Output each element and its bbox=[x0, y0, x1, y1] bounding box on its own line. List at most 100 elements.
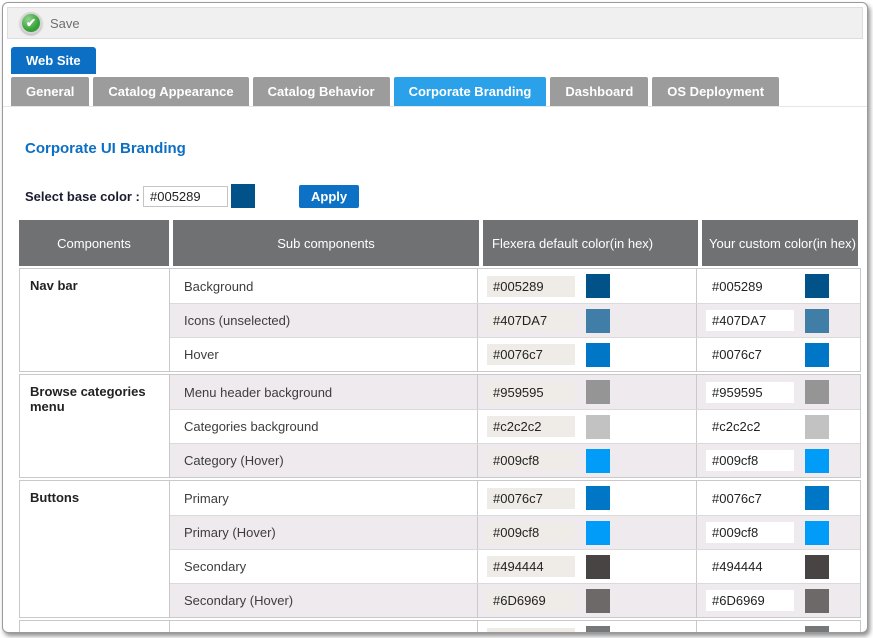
default-hex-input bbox=[487, 556, 575, 577]
custom-color-swatch[interactable] bbox=[805, 555, 829, 579]
sub-component-label: Background bbox=[170, 269, 478, 303]
component-name: Browse categories menu bbox=[20, 375, 170, 477]
component-name: Grid/Table bbox=[20, 621, 170, 633]
custom-color-swatch[interactable] bbox=[805, 415, 829, 439]
default-color-swatch bbox=[586, 274, 610, 298]
sub-component-label: Header row background bbox=[170, 621, 478, 633]
base-color-swatch[interactable] bbox=[231, 184, 255, 208]
custom-hex-input[interactable] bbox=[706, 276, 794, 297]
sub-component-label: Primary (Hover) bbox=[170, 516, 478, 549]
group-buttons: Buttons Primary Primar bbox=[19, 480, 861, 618]
save-button[interactable]: ✔ Save bbox=[20, 12, 80, 34]
default-hex-input bbox=[487, 628, 575, 634]
custom-hex-input[interactable] bbox=[706, 590, 794, 611]
table-row: Menu header background bbox=[170, 375, 860, 409]
custom-hex-input[interactable] bbox=[706, 450, 794, 471]
header-default-color: Flexera default color(in hex) bbox=[483, 220, 698, 266]
apply-button[interactable]: Apply bbox=[299, 185, 359, 208]
default-hex-input bbox=[487, 344, 575, 365]
save-button-label: Save bbox=[50, 16, 80, 31]
default-color-swatch bbox=[586, 521, 610, 545]
default-color-swatch bbox=[586, 343, 610, 367]
default-color-swatch bbox=[586, 380, 610, 404]
tab-catalog-behavior[interactable]: Catalog Behavior bbox=[253, 77, 390, 106]
tab-os-deployment[interactable]: OS Deployment bbox=[652, 77, 779, 106]
default-color-swatch bbox=[586, 449, 610, 473]
custom-color-swatch[interactable] bbox=[805, 626, 829, 633]
tab-catalog-appearance[interactable]: Catalog Appearance bbox=[93, 77, 248, 106]
custom-color-swatch[interactable] bbox=[805, 343, 829, 367]
default-hex-input bbox=[487, 276, 575, 297]
branding-table: Components Sub components Flexera defaul… bbox=[19, 220, 861, 633]
sub-component-label: Categories background bbox=[170, 410, 478, 443]
table-row: Hover bbox=[170, 337, 860, 371]
default-color-swatch bbox=[586, 589, 610, 613]
default-hex-input bbox=[487, 590, 575, 611]
table-row: Secondary bbox=[170, 549, 860, 583]
custom-hex-input[interactable] bbox=[706, 488, 794, 509]
sub-component-label: Hover bbox=[170, 338, 478, 371]
settings-window: ✔ Save Web Site General Catalog Appearan… bbox=[2, 2, 868, 633]
custom-hex-input[interactable] bbox=[706, 628, 794, 634]
tab-corporate-branding[interactable]: Corporate Branding bbox=[394, 77, 547, 106]
table-row: Category (Hover) bbox=[170, 443, 860, 477]
page-title: Corporate UI Branding bbox=[25, 140, 845, 157]
tab-dashboard[interactable]: Dashboard bbox=[550, 77, 648, 106]
table-row: Secondary (Hover) bbox=[170, 583, 860, 617]
base-color-label: Select base color : bbox=[25, 189, 143, 204]
custom-color-swatch[interactable] bbox=[805, 486, 829, 510]
component-name: Nav bar bbox=[20, 269, 170, 371]
default-color-swatch bbox=[586, 415, 610, 439]
table-row: Primary bbox=[170, 481, 860, 515]
default-hex-input bbox=[487, 522, 575, 543]
site-tab-row: Web Site bbox=[3, 47, 867, 74]
sub-component-label: Category (Hover) bbox=[170, 444, 478, 477]
default-hex-input bbox=[487, 450, 575, 471]
custom-hex-input[interactable] bbox=[706, 310, 794, 331]
default-hex-input bbox=[487, 382, 575, 403]
component-name: Buttons bbox=[20, 481, 170, 617]
tab-general[interactable]: General bbox=[11, 77, 89, 106]
sub-component-label: Secondary bbox=[170, 550, 478, 583]
toolbar: ✔ Save bbox=[7, 7, 863, 39]
default-hex-input bbox=[487, 488, 575, 509]
sub-component-label: Secondary (Hover) bbox=[170, 584, 478, 617]
sub-component-label: Menu header background bbox=[170, 375, 478, 409]
sub-component-label: Icons (unselected) bbox=[170, 304, 478, 337]
table-row: Categories background bbox=[170, 409, 860, 443]
header-custom-color: Your custom color(in hex) bbox=[702, 220, 858, 266]
default-color-swatch bbox=[586, 555, 610, 579]
header-components: Components bbox=[19, 220, 169, 266]
tab-web-site[interactable]: Web Site bbox=[11, 47, 96, 74]
custom-hex-input[interactable] bbox=[706, 344, 794, 365]
custom-color-swatch[interactable] bbox=[805, 449, 829, 473]
table-row: Background bbox=[170, 269, 860, 303]
custom-color-swatch[interactable] bbox=[805, 589, 829, 613]
custom-color-swatch[interactable] bbox=[805, 521, 829, 545]
sub-tabs-row: General Catalog Appearance Catalog Behav… bbox=[3, 77, 867, 107]
default-color-swatch bbox=[586, 486, 610, 510]
custom-hex-input[interactable] bbox=[706, 382, 794, 403]
tab-content: Corporate UI Branding Select base color … bbox=[3, 140, 867, 633]
custom-color-swatch[interactable] bbox=[805, 274, 829, 298]
default-hex-input bbox=[487, 416, 575, 437]
save-check-icon: ✔ bbox=[20, 12, 42, 34]
group-browse-categories-menu: Browse categories menu Menu header backg… bbox=[19, 374, 861, 478]
default-color-swatch bbox=[586, 626, 610, 633]
base-color-form: Select base color : Apply bbox=[25, 184, 845, 208]
table-header-row: Components Sub components Flexera defaul… bbox=[19, 220, 861, 266]
custom-color-swatch[interactable] bbox=[805, 309, 829, 333]
table-row: Primary (Hover) bbox=[170, 515, 860, 549]
header-sub-components: Sub components bbox=[173, 220, 479, 266]
table-row: Icons (unselected) bbox=[170, 303, 860, 337]
custom-hex-input[interactable] bbox=[706, 522, 794, 543]
default-color-swatch bbox=[586, 309, 610, 333]
group-nav-bar: Nav bar Background Ico bbox=[19, 268, 861, 372]
custom-color-swatch[interactable] bbox=[805, 380, 829, 404]
custom-hex-input[interactable] bbox=[706, 416, 794, 437]
table-row: Header row background bbox=[170, 621, 860, 633]
default-hex-input bbox=[487, 310, 575, 331]
custom-hex-input[interactable] bbox=[706, 556, 794, 577]
sub-component-label: Primary bbox=[170, 481, 478, 515]
base-color-input[interactable] bbox=[143, 186, 228, 207]
